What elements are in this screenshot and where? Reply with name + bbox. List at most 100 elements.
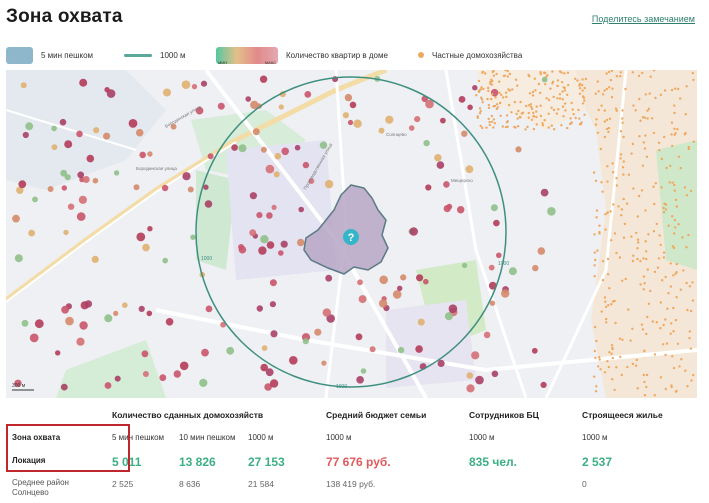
apartment-building-marker[interactable] [488,264,495,271]
apartment-building-marker[interactable] [540,381,547,388]
apartment-building-marker[interactable] [356,376,364,384]
share-feedback-link[interactable]: Поделитесь замечанием [592,14,695,24]
apartment-building-marker[interactable] [425,99,434,109]
apartment-building-marker[interactable] [142,243,150,252]
apartment-building-marker[interactable] [136,232,146,242]
apartment-building-marker[interactable] [173,370,181,378]
apartment-building-marker[interactable] [508,267,517,276]
apartment-building-marker[interactable] [104,87,110,93]
apartment-building-marker[interactable] [465,165,474,174]
apartment-building-marker[interactable] [141,350,149,358]
apartment-building-marker[interactable] [190,234,196,240]
apartment-building-marker[interactable] [61,185,67,191]
apartment-building-marker[interactable] [269,379,279,388]
apartment-building-marker[interactable] [249,229,257,237]
apartment-building-marker[interactable] [314,328,322,336]
apartment-building-marker[interactable] [14,254,23,263]
apartment-building-marker[interactable] [25,122,34,131]
apartment-building-marker[interactable] [278,250,284,256]
apartment-building-marker[interactable] [302,338,309,345]
apartment-building-marker[interactable] [440,117,446,124]
apartment-building-marker[interactable] [265,164,275,174]
apartment-building-marker[interactable] [82,176,90,183]
apartment-building-marker[interactable] [22,131,29,139]
apartment-building-marker[interactable] [139,151,146,159]
apartment-building-marker[interactable] [357,279,363,286]
apartment-building-marker[interactable] [304,91,312,98]
apartment-building-marker[interactable] [249,192,257,200]
apartment-building-marker[interactable] [491,370,499,378]
apartment-building-marker[interactable] [400,274,407,281]
apartment-building-marker[interactable] [531,347,538,354]
apartment-building-marker[interactable] [258,246,267,255]
apartment-building-marker[interactable] [414,116,421,123]
apartment-building-marker[interactable] [353,119,362,128]
apartment-building-marker[interactable] [93,127,100,134]
apartment-building-marker[interactable] [122,302,128,308]
apartment-building-marker[interactable] [76,212,86,221]
apartment-building-marker[interactable] [378,127,385,134]
apartment-building-marker[interactable] [84,300,93,308]
apartment-building-marker[interactable] [245,96,251,102]
apartment-building-marker[interactable] [547,207,556,216]
apartment-building-marker[interactable] [397,285,403,291]
apartment-building-marker[interactable] [385,115,394,124]
apartment-building-marker[interactable] [437,359,445,367]
apartment-building-marker[interactable] [165,318,174,326]
apartment-building-marker[interactable] [201,348,209,357]
apartment-building-marker[interactable] [252,128,260,136]
apartment-building-marker[interactable] [138,305,145,312]
apartment-building-marker[interactable] [187,186,194,193]
apartment-building-marker[interactable] [461,130,468,137]
apartment-building-marker[interactable] [64,140,73,149]
apartment-building-marker[interactable] [274,152,282,160]
apartment-building-marker[interactable] [231,144,238,151]
apartment-building-marker[interactable] [541,76,548,83]
apartment-building-marker[interactable] [355,333,363,341]
apartment-building-marker[interactable] [532,264,539,272]
apartment-building-marker[interactable] [260,235,269,244]
apartment-building-marker[interactable] [79,321,88,330]
apartment-building-marker[interactable] [32,196,38,203]
apartment-building-marker[interactable] [475,375,484,385]
apartment-building-marker[interactable] [12,214,20,223]
apartment-building-marker[interactable] [159,374,167,382]
apartment-building-marker[interactable] [344,93,353,102]
apartment-building-marker[interactable] [65,316,74,326]
apartment-building-marker[interactable] [270,330,278,338]
apartment-building-marker[interactable] [203,184,209,190]
apartment-building-marker[interactable] [496,252,502,259]
apartment-building-marker[interactable] [266,212,273,219]
apartment-building-marker[interactable] [199,378,208,387]
apartment-building-marker[interactable] [67,203,75,210]
apartment-building-marker[interactable] [61,305,69,314]
apartment-building-marker[interactable] [467,104,473,111]
apartment-building-marker[interactable] [423,139,430,147]
apartment-building-marker[interactable] [423,278,429,285]
apartment-building-marker[interactable] [147,226,153,232]
apartment-building-marker[interactable] [77,171,85,179]
apartment-building-marker[interactable] [322,308,331,317]
apartment-building-marker[interactable] [302,161,310,169]
apartment-building-marker[interactable] [515,146,522,153]
apartment-building-marker[interactable] [207,153,214,160]
apartment-building-marker[interactable] [103,132,111,140]
apartment-building-marker[interactable] [501,289,510,298]
apartment-building-marker[interactable] [325,274,333,282]
apartment-building-marker[interactable] [217,102,225,110]
apartment-building-marker[interactable] [147,151,153,157]
apartment-building-marker[interactable] [47,186,54,192]
apartment-building-marker[interactable] [443,181,450,188]
apartment-building-marker[interactable] [490,88,499,97]
apartment-building-marker[interactable] [443,205,451,213]
apartment-building-marker[interactable] [135,128,144,137]
apartment-building-marker[interactable] [238,244,245,250]
apartment-building-marker[interactable] [142,371,149,377]
apartment-building-marker[interactable] [64,174,71,181]
apartment-building-marker[interactable] [324,179,334,189]
apartment-building-marker[interactable] [261,345,268,351]
apartment-building-marker[interactable] [436,161,445,169]
apartment-building-marker[interactable] [34,319,44,329]
apartment-building-marker[interactable] [163,88,171,97]
apartment-building-marker[interactable] [191,83,198,90]
